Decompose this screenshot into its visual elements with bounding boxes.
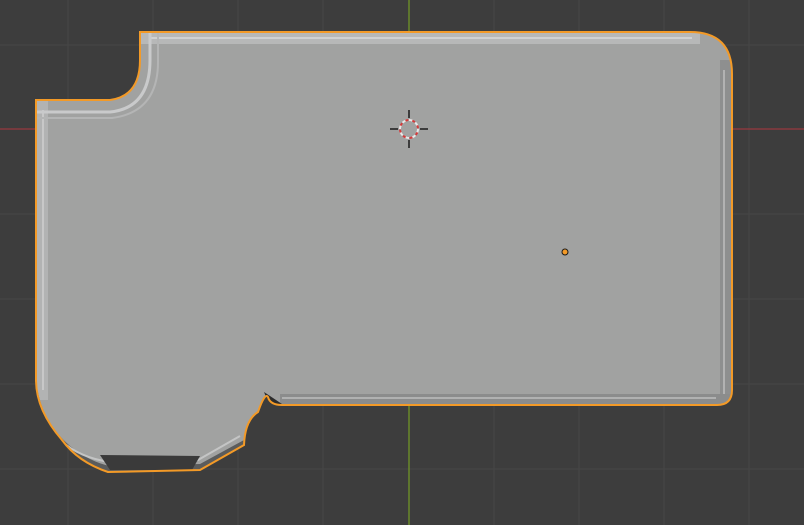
mesh-object[interactable]: [34, 31, 734, 474]
viewport-canvas[interactable]: [0, 0, 804, 525]
object-origin-icon[interactable]: [561, 248, 569, 256]
3d-viewport[interactable]: [0, 0, 804, 525]
